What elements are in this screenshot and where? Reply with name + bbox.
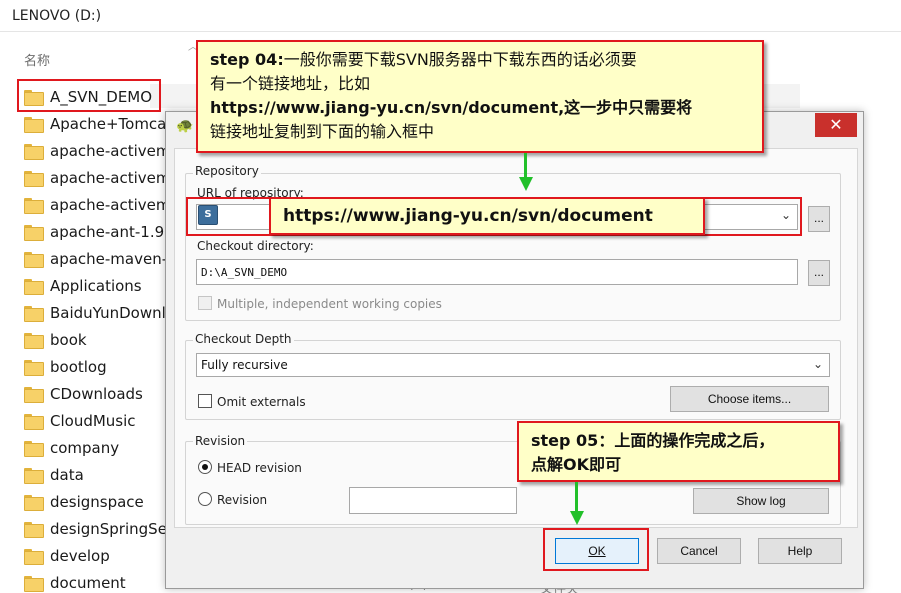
omit-externals-checkbox[interactable] — [198, 394, 212, 408]
folder-icon — [24, 224, 44, 241]
step04-line3: https://www.jiang-yu.cn/svn/document,这一步… — [210, 98, 693, 117]
repository-group-label: Repository — [193, 164, 261, 178]
step04-callout: step 04:一般你需要下载SVN服务器中下载东西的话必须要 有一个链接地址，… — [196, 40, 764, 153]
folder-icon — [24, 197, 44, 214]
folder-row[interactable]: data — [24, 461, 174, 488]
choose-items-button[interactable]: Choose items... — [670, 386, 829, 412]
folder-row[interactable]: apache-activem — [24, 164, 174, 191]
step05-line2: 点解OK即可 — [531, 455, 622, 474]
folder-name: bootlog — [50, 357, 107, 376]
url-browse-button[interactable]: ... — [808, 206, 830, 232]
folder-icon — [24, 521, 44, 538]
folder-icon — [24, 143, 44, 160]
folder-row[interactable]: apache-activem — [24, 191, 174, 218]
chevron-down-icon[interactable]: ⌄ — [813, 357, 823, 371]
omit-externals-label: Omit externals — [217, 395, 306, 409]
revision-group-label: Revision — [193, 434, 248, 448]
folder-name: CloudMusic — [50, 411, 136, 430]
cancel-button[interactable]: Cancel — [657, 538, 741, 564]
folder-name: document — [50, 573, 126, 592]
folder-row[interactable]: CDownloads — [24, 380, 174, 407]
step04-arrow-line — [524, 153, 527, 179]
folder-name: Apache+Tomca — [50, 114, 167, 133]
column-header-name[interactable]: 名称 — [24, 50, 50, 69]
folder-icon — [24, 278, 44, 295]
folder-name: book — [50, 330, 87, 349]
folder-icon — [24, 116, 44, 133]
step04-line1: step 04:一般你需要下载SVN服务器中下载东西的话必须要 — [210, 50, 637, 69]
folder-row[interactable]: apache-ant-1.9. — [24, 218, 174, 245]
folder-icon — [24, 170, 44, 187]
head-revision-label: HEAD revision — [217, 461, 302, 475]
folder-row[interactable]: BaiduYunDownlo — [24, 299, 174, 326]
folder-name: apache-ant-1.9. — [50, 222, 169, 241]
folder-name: Applications — [50, 276, 142, 295]
folder-row[interactable]: Applications — [24, 272, 174, 299]
tortoise-icon: 🐢 — [176, 118, 194, 134]
folder-row[interactable]: develop — [24, 542, 174, 569]
folder-icon — [24, 575, 44, 592]
folder-name: CDownloads — [50, 384, 143, 403]
folder-row[interactable]: company — [24, 434, 174, 461]
folder-row[interactable]: designspace — [24, 488, 174, 515]
folder-row[interactable]: document — [24, 569, 174, 593]
checkout-dir-browse-button[interactable]: ... — [808, 260, 830, 286]
folder-icon — [24, 332, 44, 349]
folder-icon — [24, 548, 44, 565]
folder-row[interactable]: CloudMusic — [24, 407, 174, 434]
folder-name: apache-activem — [50, 195, 171, 214]
folder-name: develop — [50, 546, 110, 565]
multiple-working-copies-label: Multiple, independent working copies — [217, 297, 442, 311]
step05-callout: step 05：上面的操作完成之后， 点解OK即可 — [517, 421, 840, 482]
address-bar[interactable]: LENOVO (D:) — [0, 0, 901, 32]
selected-folder-highlight — [17, 79, 161, 112]
folder-row[interactable]: designSpringSe — [24, 515, 174, 542]
folder-name: apache-activem — [50, 168, 171, 187]
ok-highlight-box — [543, 528, 649, 571]
folder-name: apache-activem — [50, 141, 171, 160]
url-callout: https://www.jiang-yu.cn/svn/document — [269, 197, 705, 235]
folder-icon — [24, 494, 44, 511]
folder-icon — [24, 440, 44, 457]
step05-arrow-icon — [570, 511, 584, 525]
folder-icon — [24, 413, 44, 430]
revision-radio[interactable] — [198, 492, 212, 506]
folder-row[interactable]: apache-maven-3 — [24, 245, 174, 272]
step04-line4: 链接地址复制到下面的输入框中 — [210, 122, 435, 141]
show-log-button[interactable]: Show log — [693, 488, 829, 514]
step05-line1: step 05：上面的操作完成之后， — [531, 431, 775, 450]
revision-input[interactable] — [349, 487, 517, 514]
checkout-depth-select[interactable]: Fully recursive ⌄ — [196, 353, 830, 377]
step04-arrow-icon — [519, 177, 533, 191]
folder-name: designSpringSe — [50, 519, 167, 538]
help-button[interactable]: Help — [758, 538, 842, 564]
folder-row[interactable]: Apache+Tomca — [24, 110, 174, 137]
revision-label: Revision — [217, 493, 268, 507]
folder-name: data — [50, 465, 84, 484]
folder-list: A_SVN_DEMO Apache+Tomca apache-activem apac… — [24, 83, 174, 593]
step04-line2: 有一个链接地址，比如 — [210, 74, 371, 93]
folder-icon — [24, 305, 44, 322]
folder-name: BaiduYunDownlo — [50, 303, 174, 322]
folder-icon — [24, 386, 44, 403]
folder-icon — [24, 467, 44, 484]
checkout-dir-input[interactable]: D:\A_SVN_DEMO — [196, 259, 798, 285]
folder-icon — [24, 251, 44, 268]
checkout-depth-value: Fully recursive — [201, 358, 288, 372]
folder-name: designspace — [50, 492, 144, 511]
folder-row[interactable]: bootlog — [24, 353, 174, 380]
close-button[interactable]: ✕ — [815, 113, 857, 137]
step05-arrow-line — [575, 482, 578, 512]
checkout-depth-group-label: Checkout Depth — [193, 332, 294, 346]
folder-name: company — [50, 438, 120, 457]
multiple-working-copies-checkbox[interactable] — [198, 296, 212, 310]
head-revision-radio[interactable] — [198, 460, 212, 474]
folder-row[interactable]: apache-activem — [24, 137, 174, 164]
folder-icon — [24, 359, 44, 376]
address-text: LENOVO (D:) — [12, 8, 102, 24]
checkout-dir-label: Checkout directory: — [197, 239, 314, 253]
folder-name: apache-maven-3 — [50, 249, 174, 268]
folder-row[interactable]: book — [24, 326, 174, 353]
